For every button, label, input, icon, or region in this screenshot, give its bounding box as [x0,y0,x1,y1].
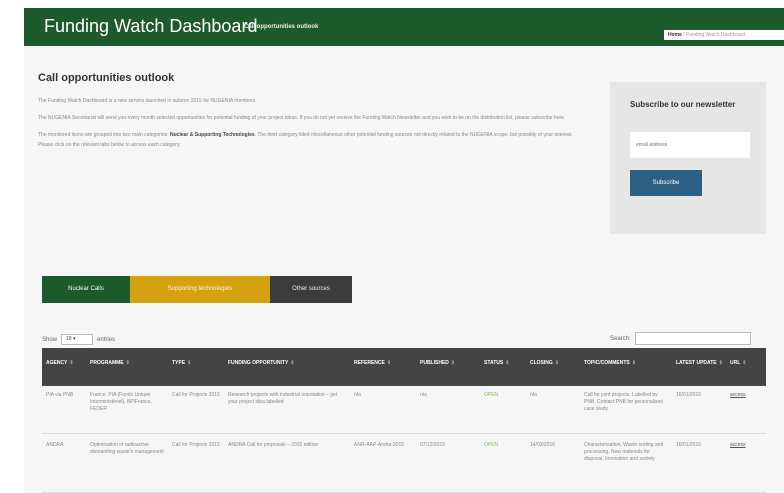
cell-topic: Characterisation, Waste sorting and proc… [584,442,664,462]
table-search: Search: [610,332,751,345]
column-header-published[interactable]: PUBLISHED ⇕ [416,348,480,386]
table-header: AGENCY ⇕ PROGRAMME ⇕ TYPE ⇕ FUNDING OPPORTU… [42,348,766,386]
cell-opportunity: Research projects with industrial orient… [228,392,338,405]
breadcrumb: Home / Funding Watch Dashboard [664,30,784,40]
access-link[interactable]: access [730,392,746,398]
cell-reference: ANR-AAP-Andra-2015 [354,442,405,448]
page-title: Call opportunities outlook [38,72,175,84]
cell-published: 07/12/2015 [420,442,446,448]
intro-section: Call opportunities outlook The Funding W… [38,72,578,157]
cell-type: Call for Projects 2015 [172,442,220,448]
cell-type: Call for Projects 2015 [172,392,220,398]
search-label: Search: [610,335,631,342]
cell-latest-update: 16/01/2016 [676,442,702,448]
column-header-url[interactable]: URL ⇕ [726,348,766,386]
column-header-reference[interactable]: REFERENCE ⇕ [350,348,416,386]
table-row: PIA via PNB France, PIA (Fonds Unique In… [42,388,766,434]
column-header-funding-opportunity[interactable]: FUNDING OPPORTUNITY ⇕ [224,348,350,386]
table-row: ANDRA Optimisation of radioactive disman… [42,438,766,493]
cell-url: access [726,388,766,433]
column-header-latest-update[interactable]: LATEST UPDATE ⇕ [672,348,726,386]
site-title[interactable]: Funding Watch Dashboard [44,16,257,37]
search-input[interactable] [634,332,751,345]
subscribe-button[interactable]: Subscribe [630,170,702,196]
show-label: Show [42,336,58,343]
cell-reference: n/a [354,392,361,398]
cell-latest-update: 16/01/2016 [676,392,702,398]
column-header-topic-comments[interactable]: TOPIC/COMMENTS ⇕ [580,348,672,386]
column-header-agency[interactable]: AGENCY ⇕ [42,348,86,386]
cell-agency: ANDRA [46,442,64,448]
breadcrumb-current: / Funding Watch Dashboard [683,32,746,38]
site-subtitle: Call opportunities outlook [244,24,319,30]
cell-topic: Call for joint projects. Labelled by PNB… [584,392,663,412]
column-header-status[interactable]: STATUS ⇕ [480,348,526,386]
column-header-type[interactable]: TYPE ⇕ [168,348,224,386]
cell-programme: Optimisation of radioactive dismantling … [90,442,164,455]
intro-paragraph-2: The NUGENIA Secretariat will send you ev… [38,115,566,121]
page-size-select[interactable]: 10 ▾ [61,334,94,345]
breadcrumb-home-link[interactable]: Home [668,32,682,38]
cell-closing: 14/03/2016 [530,442,556,448]
show-entries-control: Show 10 ▾ entries [42,334,115,345]
site-header: Funding Watch Dashboard Call opportuniti… [24,8,784,46]
cell-agency: PIA via PNB [46,392,74,398]
newsletter-email-input[interactable] [630,132,750,158]
newsletter-box: Subscribe to our newsletter Subscribe [610,82,766,234]
cell-url: access [726,438,766,492]
cell-opportunity: ANDRA Call for proposals – 2015 edition [228,442,319,448]
intro-paragraph-1: The Funding Watch Dashboard is a new ser… [38,98,257,104]
cell-programme: France, PIA (Fonds Unique Interministéri… [90,392,152,412]
tab-nuclear-calls[interactable]: Nuclear Calls [42,276,130,303]
cell-status: OPEN [484,392,499,398]
entries-label: entries [97,336,116,343]
page-content: Call opportunities outlook The Funding W… [24,46,784,493]
intro-paragraph-3: The monitored items are grouped into two… [38,132,573,148]
cell-status: OPEN [484,442,499,448]
column-header-programme[interactable]: PROGRAMME ⇕ [86,348,168,386]
tab-other-sources[interactable]: Other sources [270,276,352,303]
column-header-closing[interactable]: CLOSING ⇕ [526,348,580,386]
cell-closing: n/a [530,392,537,398]
cell-published: n/a [420,392,427,398]
access-link[interactable]: access [730,442,746,448]
newsletter-title: Subscribe to our newsletter [630,100,736,109]
tab-supporting-technologies[interactable]: Supporting technologies [130,276,270,303]
category-tabs: Nuclear Calls Supporting technologies Ot… [42,276,352,303]
